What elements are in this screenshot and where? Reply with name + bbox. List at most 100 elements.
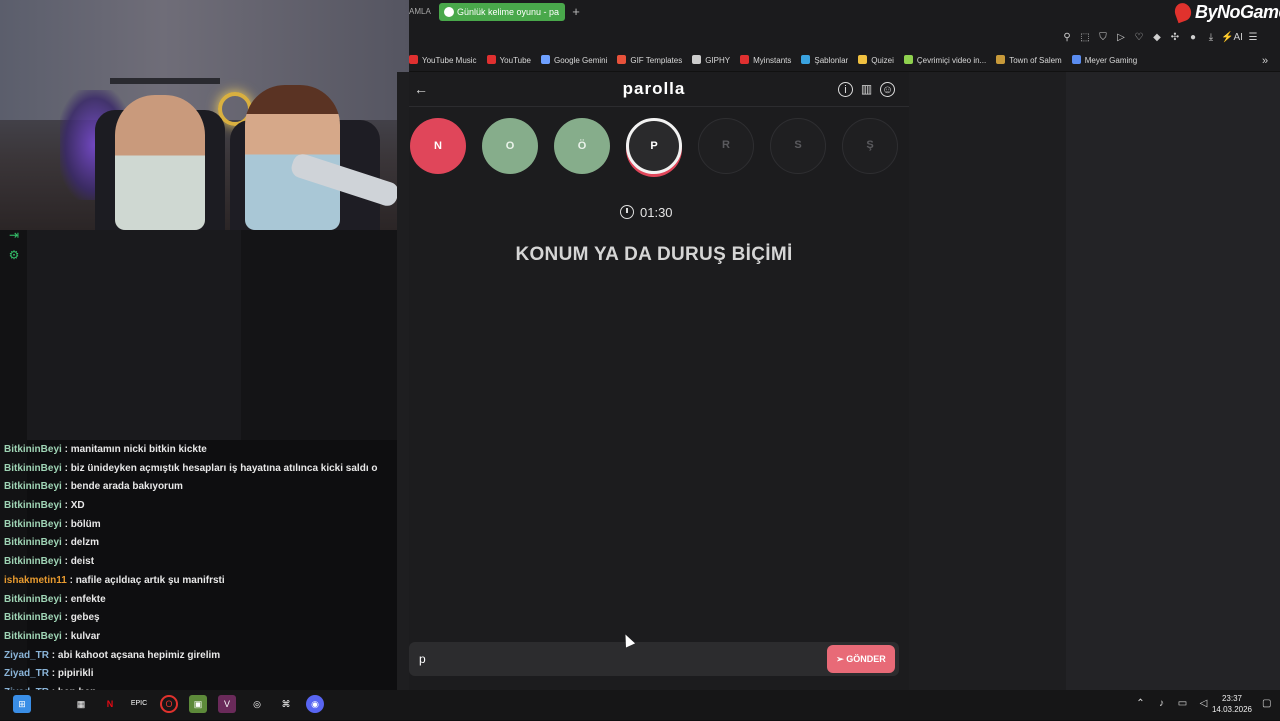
webcam-overlay: [0, 0, 409, 230]
crop-icon[interactable]: ⬚: [1076, 27, 1094, 49]
bookmark-item[interactable]: YouTube: [486, 50, 531, 71]
bookmark-item[interactable]: GIF Templates: [617, 50, 682, 71]
bookmark-favicon-icon: [740, 55, 750, 64]
chat-separator: :: [61, 500, 71, 512]
chat-separator: :: [61, 537, 71, 549]
tab-active[interactable]: Günlük kelime oyunu - pa: [439, 3, 565, 21]
chat-username[interactable]: BitkininBeyi: [4, 612, 62, 623]
chat-username[interactable]: Ziyad_TR: [4, 650, 49, 661]
tab-favicon-icon: [444, 7, 454, 17]
app-v-icon[interactable]: V: [218, 695, 236, 713]
timer-value: 01:30: [640, 205, 673, 220]
bookmark-label: Şablonlar: [814, 56, 849, 65]
puzzle-icon[interactable]: ✣: [1166, 27, 1184, 49]
expand-icon[interactable]: ⇥: [7, 228, 21, 242]
chat-separator: :: [61, 518, 71, 530]
bookmark-item[interactable]: Google Gemini: [541, 50, 608, 71]
chat-username[interactable]: BitkininBeyi: [4, 631, 62, 642]
bookmark-label: Google Gemini: [554, 56, 608, 65]
opera-icon[interactable]: O: [160, 695, 178, 713]
chat-text: gebeş: [70, 612, 100, 624]
chat-username[interactable]: ishakmetin11: [4, 575, 67, 586]
bookmark-item[interactable]: Çevrimiçi video in...: [903, 50, 986, 71]
windows-start-icon[interactable]: ⊞: [13, 695, 31, 713]
chat-separator: :: [49, 668, 58, 680]
extension-icon[interactable]: ◆: [1148, 27, 1166, 49]
pin-icon[interactable]: ⚲: [1058, 27, 1076, 49]
bookmark-favicon-icon: [486, 55, 496, 64]
profile-icon[interactable]: ●: [1184, 27, 1202, 49]
bookmark-favicon-icon: [541, 55, 550, 64]
network-icon[interactable]: ▭: [1172, 695, 1193, 713]
chat-separator: :: [61, 481, 71, 493]
bookmark-item[interactable]: Quizei: [858, 50, 894, 71]
capcut-icon[interactable]: ⌘: [277, 695, 295, 713]
bookmark-favicon-icon: [801, 55, 811, 64]
bookmark-item[interactable]: YouTube Music: [409, 50, 477, 71]
ai-icon[interactable]: ⚡AI: [1220, 27, 1244, 49]
shield-icon[interactable]: ⛉: [1094, 27, 1112, 49]
chat-text: XD: [70, 500, 85, 512]
netflix-icon[interactable]: N: [101, 695, 119, 713]
chat-username[interactable]: BitkininBeyi: [4, 594, 62, 605]
webcam-shelf: [110, 78, 220, 84]
stats-icon[interactable]: ▥: [859, 82, 874, 97]
chat-username[interactable]: BitkininBeyi: [4, 519, 62, 530]
clock[interactable]: 23:37 14.03.2026: [1208, 693, 1256, 717]
bookmark-item[interactable]: Myinstants: [740, 50, 792, 71]
send-button[interactable]: ➢ GÖNDER: [827, 645, 895, 673]
epic-games-icon[interactable]: EPIC: [130, 695, 148, 713]
back-arrow-icon[interactable]: ←: [412, 80, 430, 98]
chat-text: manitamın nicki bitkin kickte: [70, 444, 207, 455]
new-tab-button[interactable]: +: [569, 3, 583, 21]
download-icon[interactable]: ⤓: [1202, 27, 1220, 49]
chat-separator: :: [61, 593, 71, 605]
chat-message: BitkininBeyi : biz ünideyken açmıştık he…: [4, 460, 404, 479]
profile-icon[interactable]: ☺: [880, 82, 895, 97]
chat-text: enfekte: [70, 593, 106, 605]
tray-expand-icon[interactable]: ⌃: [1130, 695, 1151, 713]
discord-icon[interactable]: ◉: [306, 695, 324, 713]
bookmark-favicon-icon: [409, 55, 418, 64]
bookmark-label: YouTube: [499, 56, 531, 65]
bookmark-label: Myinstants: [753, 56, 792, 65]
chat-message: ishakmetin11 : nafile açıldıaç artık şu …: [4, 572, 404, 591]
stream-preview-panel-dark: [241, 230, 397, 440]
header-divider: [409, 106, 909, 107]
chat-username[interactable]: BitkininBeyi: [4, 463, 62, 474]
gear-icon[interactable]: ⚙: [7, 248, 21, 262]
bookmark-label: Quizei: [871, 56, 894, 65]
chat-message: BitkininBeyi : delzm: [4, 534, 404, 553]
minecraft-icon[interactable]: ▣: [189, 695, 207, 713]
letter-circle-active: P: [626, 118, 682, 174]
chat-username[interactable]: BitkininBeyi: [4, 500, 62, 511]
chat-username[interactable]: BitkininBeyi: [4, 481, 62, 492]
bookmark-item[interactable]: Town of Salem: [996, 50, 1062, 71]
timer: 01:30: [620, 204, 690, 222]
chat-username[interactable]: Ziyad_TR: [4, 668, 49, 679]
bookmark-favicon-icon: [996, 55, 1006, 64]
notification-icon[interactable]: ▢: [1262, 695, 1276, 713]
answer-input[interactable]: [409, 642, 899, 676]
steam-icon[interactable]: ◎: [248, 695, 266, 713]
chat-username[interactable]: BitkininBeyi: [4, 444, 62, 455]
chat-message: BitkininBeyi : deist: [4, 553, 404, 572]
tab-previous[interactable]: AMLA: [409, 3, 439, 21]
stream-preview-panel: [27, 230, 241, 440]
menu-icon[interactable]: ☰: [1244, 27, 1262, 49]
chat-message: BitkininBeyi : bölüm: [4, 516, 404, 535]
chat-username[interactable]: BitkininBeyi: [4, 556, 62, 567]
bookmark-item[interactable]: GIPHY: [692, 50, 730, 71]
bookmark-item[interactable]: Meyer Gaming: [1071, 50, 1137, 71]
chat-separator: :: [61, 630, 71, 642]
play-icon[interactable]: ▷: [1112, 27, 1130, 49]
letter-circle-idle: R: [698, 118, 754, 174]
chat-username[interactable]: BitkininBeyi: [4, 537, 62, 548]
bookmarks-overflow-icon[interactable]: »: [1262, 50, 1278, 72]
heart-icon[interactable]: ♡: [1130, 27, 1148, 49]
send-button-label: GÖNDER: [846, 654, 886, 664]
taskbar-app-icon[interactable]: ▦: [72, 695, 90, 713]
microphone-icon[interactable]: ♪: [1151, 695, 1172, 713]
info-icon[interactable]: i: [838, 82, 853, 97]
bookmark-item[interactable]: Şablonlar: [801, 50, 849, 71]
